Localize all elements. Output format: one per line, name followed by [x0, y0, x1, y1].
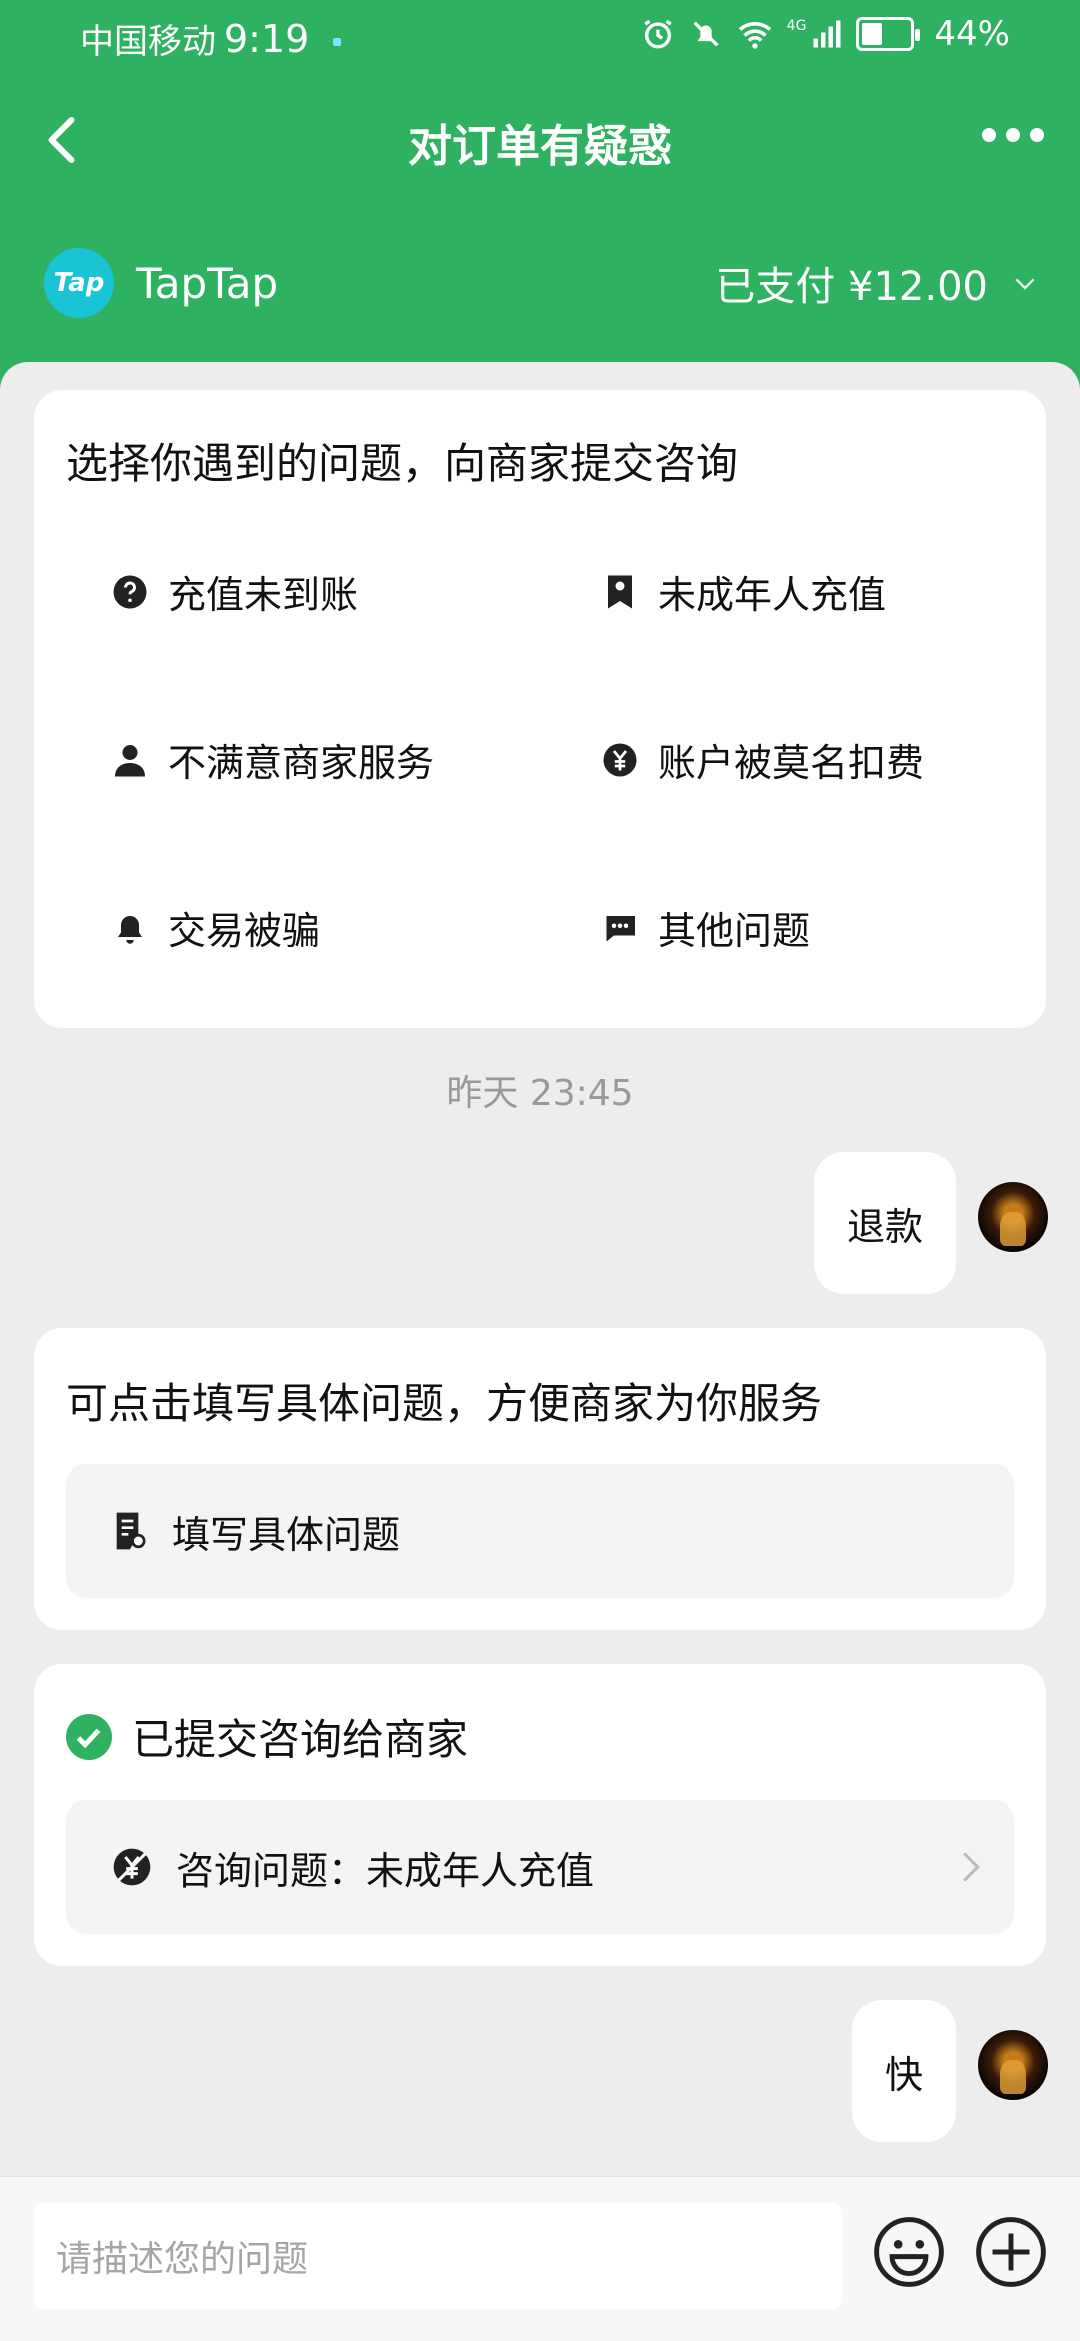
- payment-status[interactable]: 已支付 ¥12.00: [715, 254, 1040, 312]
- option-label: 不满意商家服务: [168, 741, 435, 785]
- chevron-right-icon: [963, 1852, 980, 1882]
- bell-icon: [110, 908, 150, 948]
- option-label: 其他问题: [658, 909, 811, 953]
- option-unknown-charge[interactable]: 账户被莫名扣费: [600, 732, 924, 787]
- user-avatar-2[interactable]: [978, 2030, 1048, 2100]
- option-unsatisfied-service[interactable]: 不满意商家服务: [110, 732, 434, 787]
- merchant-info[interactable]: Tap TapTap: [44, 248, 278, 318]
- message-input[interactable]: 请描述您的问题: [34, 2203, 842, 2309]
- nav-bar: 对订单有疑惑: [0, 100, 1080, 180]
- header: 中国移动 9:19 4G 44% 对订单有疑惑 Tap TapTap 已支付 ¥…: [0, 0, 1080, 400]
- input-bar: 请描述您的问题: [0, 2176, 1080, 2341]
- consult-question-row[interactable]: 咨询问题：未成年人充值: [66, 1800, 1014, 1934]
- paid-amount: 已支付 ¥12.00: [715, 264, 988, 310]
- fill-question-button[interactable]: 填写具体问题: [66, 1464, 1014, 1598]
- person-icon: [110, 740, 150, 780]
- check-circle-icon: [66, 1713, 112, 1760]
- user-avatar[interactable]: [978, 1182, 1048, 1252]
- question-card-title: 选择你遇到的问题，向商家提交咨询: [66, 439, 739, 488]
- submitted-title: 已提交咨询给商家: [132, 1715, 469, 1764]
- carrier-label: 中国移动: [80, 22, 216, 62]
- option-label: 未成年人充值: [658, 573, 887, 617]
- submitted-card: 已提交咨询给商家 咨询问题：未成年人充值: [34, 1664, 1046, 1966]
- chat-dots-icon: [600, 908, 640, 948]
- chat-timestamp: 昨天 23:45: [446, 1073, 634, 1114]
- fill-question-card: 可点击填写具体问题，方便商家为你服务 填写具体问题: [34, 1328, 1046, 1630]
- fill-question-label: 填写具体问题: [172, 1512, 401, 1557]
- consult-question-label: 咨询问题：未成年人充值: [176, 1848, 595, 1893]
- option-other-issues[interactable]: 其他问题: [600, 900, 810, 955]
- alarm-icon: [643, 19, 672, 49]
- status-bar: 中国移动 9:19 4G 44%: [0, 0, 1080, 72]
- edit-document-icon: [116, 1512, 146, 1550]
- option-transaction-fraud[interactable]: 交易被骗: [110, 900, 320, 955]
- network-type-label: 4G: [786, 18, 807, 34]
- chevron-down-icon: [1015, 278, 1035, 290]
- more-options-icon[interactable]: [982, 128, 1044, 142]
- option-recharge-not-arrived[interactable]: 充值未到账: [110, 564, 358, 619]
- notification-dot-icon: [333, 37, 342, 46]
- page-title: 对订单有疑惑: [408, 121, 672, 172]
- option-label: 账户被莫名扣费: [658, 741, 925, 785]
- user-message-bubble[interactable]: 退款: [814, 1152, 956, 1294]
- mute-bell-icon: [693, 21, 719, 47]
- yuan-circle-icon: [600, 740, 640, 780]
- emoji-icon[interactable]: [872, 2215, 946, 2289]
- option-label: 充值未到账: [168, 573, 359, 617]
- add-icon[interactable]: [974, 2215, 1048, 2289]
- clock: 9:19: [224, 16, 310, 61]
- merchant-name: TapTap: [136, 258, 279, 308]
- child-bookmark-icon: [600, 572, 640, 612]
- signal-icon: [813, 20, 841, 48]
- battery-percent: 44%: [934, 14, 1010, 54]
- fill-question-title: 可点击填写具体问题，方便商家为你服务: [66, 1379, 823, 1428]
- question-circle-icon: [110, 572, 150, 612]
- option-label: 交易被骗: [168, 909, 321, 953]
- user-message-bubble-2[interactable]: 快: [852, 2000, 956, 2142]
- battery-icon: [856, 17, 921, 51]
- yuan-crossed-icon: [113, 1848, 151, 1886]
- option-minor-recharge[interactable]: 未成年人充值: [600, 564, 886, 619]
- merchant-logo: Tap: [44, 248, 114, 318]
- wifi-icon: [738, 22, 771, 49]
